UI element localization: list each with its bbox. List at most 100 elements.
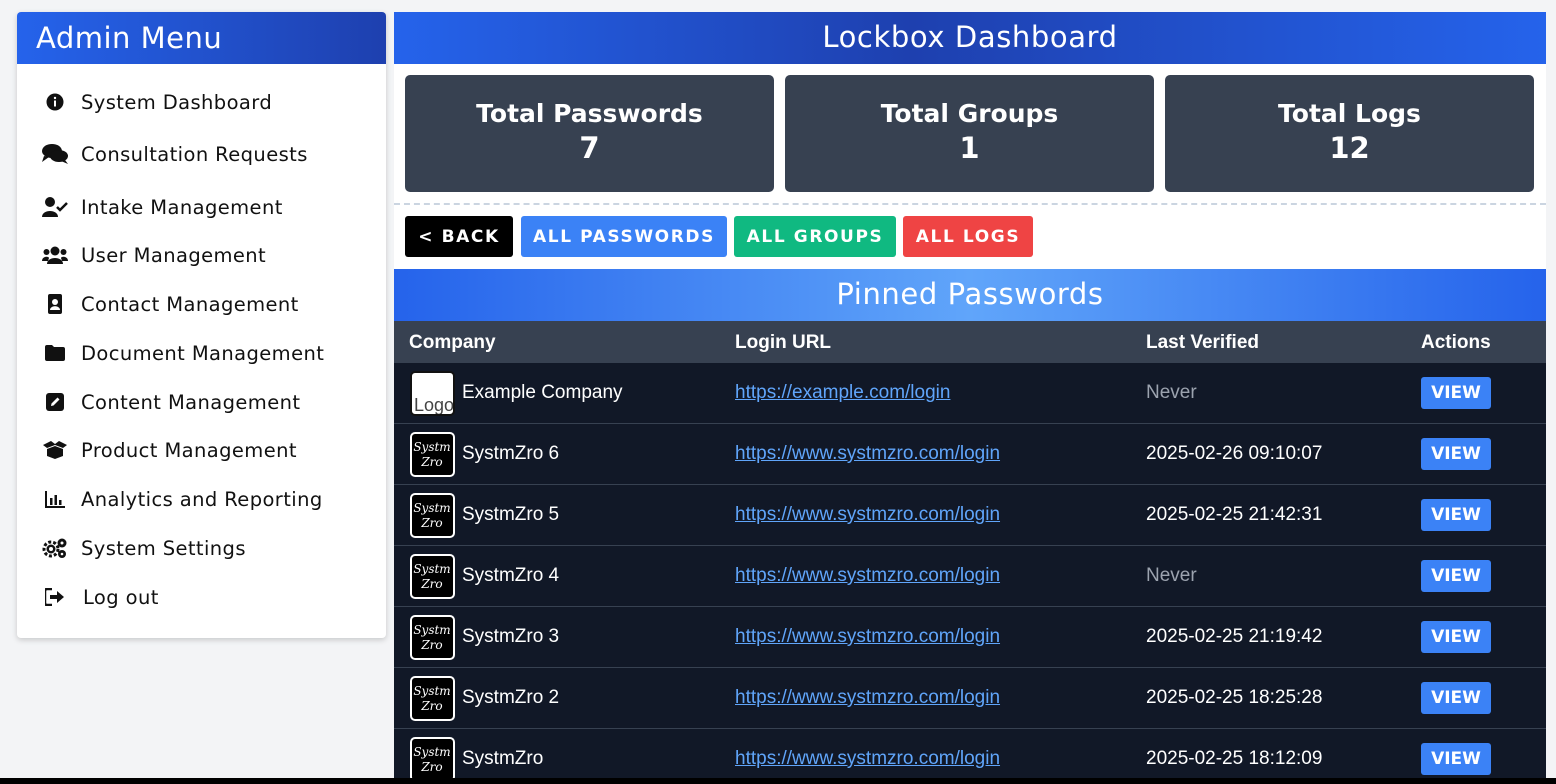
all-passwords-button[interactable]: ALL PASSWORDS: [521, 216, 727, 257]
sidebar-item-label: Contact Management: [81, 292, 299, 316]
stat-value: 12: [1329, 131, 1370, 165]
company-name: SystmZro 4: [462, 565, 560, 586]
sidebar-title: Admin Menu: [17, 12, 386, 64]
all-logs-button[interactable]: ALL LOGS: [903, 216, 1033, 257]
view-button[interactable]: VIEW: [1421, 377, 1491, 409]
address-book-icon: [41, 292, 69, 316]
cogs-icon: [41, 536, 69, 560]
sidebar-item-contact-management[interactable]: Contact Management: [41, 289, 299, 319]
table-row: Systm Zro SystmZro 2 https://www.systmzro.c…: [394, 668, 1546, 729]
sidebar-item-label: Consultation Requests: [81, 142, 308, 166]
back-button[interactable]: < BACK: [405, 216, 513, 257]
page-title: Lockbox Dashboard: [394, 12, 1546, 64]
last-verified: 2025-02-25 18:12:09: [1146, 748, 1323, 769]
sidebar-item-system-dashboard[interactable]: System Dashboard: [41, 87, 272, 117]
sidebar-item-label: Document Management: [81, 341, 325, 365]
login-url-link[interactable]: https://www.systmzro.com/login: [735, 687, 1000, 709]
pinned-passwords-title: Pinned Passwords: [394, 269, 1546, 321]
sign-out-icon: [41, 585, 69, 609]
company-logo: Systm Zro: [410, 554, 455, 599]
stat-label: Total Groups: [880, 99, 1059, 128]
stat-card-total-groups: Total Groups 1: [785, 75, 1154, 192]
broken-image-alt: Logo: [414, 395, 455, 415]
sidebar-item-label: User Management: [81, 243, 267, 267]
view-button[interactable]: VIEW: [1421, 499, 1491, 531]
sidebar-item-content-management[interactable]: Content Management: [41, 387, 300, 417]
view-button[interactable]: VIEW: [1421, 621, 1491, 653]
table-body: Logo Example Company https://example.com/l…: [394, 363, 1546, 784]
last-verified: Never: [1146, 565, 1197, 586]
logo-text-bottom: Zro: [420, 577, 442, 591]
column-header-actions: Actions: [1421, 332, 1491, 353]
logo-text-top: Systm: [413, 684, 450, 698]
sidebar-item-label: Intake Management: [81, 195, 283, 219]
sidebar-item-log-out[interactable]: Log out: [41, 582, 159, 612]
company-logo: Logo: [410, 371, 455, 416]
login-url-link[interactable]: https://example.com/login: [735, 382, 950, 404]
company-name: Example Company: [462, 382, 623, 403]
stat-label: Total Passwords: [476, 99, 703, 128]
sidebar-item-product-management[interactable]: Product Management: [41, 435, 297, 465]
stat-value: 1: [959, 131, 980, 165]
logo-text-bottom: Zro: [420, 516, 442, 530]
login-url-link[interactable]: https://www.systmzro.com/login: [735, 748, 1000, 770]
sidebar-item-label: Analytics and Reporting: [81, 487, 323, 511]
logo-text-bottom: Zro: [420, 760, 442, 774]
company-name: SystmZro 3: [462, 626, 560, 647]
column-header-last-verified: Last Verified: [1146, 332, 1259, 353]
box-open-icon: [41, 438, 69, 462]
logo-text-bottom: Zro: [420, 699, 442, 713]
table-row: Systm Zro SystmZro 5 https://www.systmzro.c…: [394, 485, 1546, 546]
sidebar-item-label: System Settings: [81, 536, 246, 560]
sidebar-item-user-management[interactable]: User Management: [41, 240, 266, 270]
company-name: SystmZro 2: [462, 687, 560, 708]
table-row: Systm Zro SystmZro 3 https://www.systmzro.c…: [394, 607, 1546, 668]
login-url-link[interactable]: https://www.systmzro.com/login: [735, 504, 1000, 526]
logo-text-top: Systm: [413, 440, 450, 454]
table-row: Systm Zro SystmZro https://www.systmzro.com…: [394, 729, 1546, 784]
folder-icon: [41, 341, 69, 365]
lockbox-dashboard: Lockbox Dashboard Total Passwords 7 Tota…: [394, 12, 1546, 784]
stat-label: Total Logs: [1278, 99, 1421, 128]
all-groups-button[interactable]: ALL GROUPS: [734, 216, 896, 257]
stat-card-total-logs: Total Logs 12: [1165, 75, 1534, 192]
last-verified: 2025-02-26 09:10:07: [1146, 443, 1323, 464]
last-verified: 2025-02-25 18:25:28: [1146, 687, 1323, 708]
company-logo: Systm Zro: [410, 493, 455, 538]
chart-bar-icon: [41, 487, 69, 511]
company-name: SystmZro 5: [462, 504, 560, 525]
company-logo: Systm Zro: [410, 737, 455, 782]
login-url-link[interactable]: https://www.systmzro.com/login: [735, 443, 1000, 465]
company-logo: Systm Zro: [410, 432, 455, 477]
logo-text-bottom: Zro: [420, 638, 442, 652]
view-button[interactable]: VIEW: [1421, 682, 1491, 714]
view-button[interactable]: VIEW: [1421, 560, 1491, 592]
table-row: Systm Zro SystmZro 4 https://www.systmzro.c…: [394, 546, 1546, 607]
sidebar-item-analytics-and-reporting[interactable]: Analytics and Reporting: [41, 484, 323, 514]
table-row: Systm Zro SystmZro 6 https://www.systmzro.c…: [394, 424, 1546, 485]
company-name: SystmZro: [462, 748, 544, 769]
sidebar-item-consultation-requests[interactable]: Consultation Requests: [41, 139, 308, 169]
login-url-link[interactable]: https://www.systmzro.com/login: [735, 565, 1000, 587]
login-url-link[interactable]: https://www.systmzro.com/login: [735, 626, 1000, 648]
last-verified: 2025-02-25 21:42:31: [1146, 504, 1323, 525]
sidebar-item-document-management[interactable]: Document Management: [41, 338, 324, 368]
sidebar-item-system-settings[interactable]: System Settings: [41, 533, 246, 563]
company-name: SystmZro 6: [462, 443, 560, 464]
view-button[interactable]: VIEW: [1421, 438, 1491, 470]
stat-value: 7: [579, 131, 600, 165]
users-icon: [41, 243, 69, 267]
info-circle-icon: [41, 90, 69, 114]
company-logo: Systm Zro: [410, 615, 455, 660]
pinned-passwords-table: Company Login URL Last Verified Actions …: [394, 321, 1546, 784]
divider: [394, 203, 1546, 205]
admin-sidebar: Admin Menu System Dashboard Consultation…: [17, 12, 386, 638]
edit-icon: [41, 390, 69, 414]
view-button[interactable]: VIEW: [1421, 743, 1491, 775]
sidebar-item-intake-management[interactable]: Intake Management: [41, 192, 283, 222]
comments-icon: [41, 142, 69, 166]
logo-text-top: Systm: [413, 501, 450, 515]
taskbar-edge: [0, 778, 1556, 784]
logo-text-bottom: Zro: [420, 455, 442, 469]
stat-card-total-passwords: Total Passwords 7: [405, 75, 774, 192]
